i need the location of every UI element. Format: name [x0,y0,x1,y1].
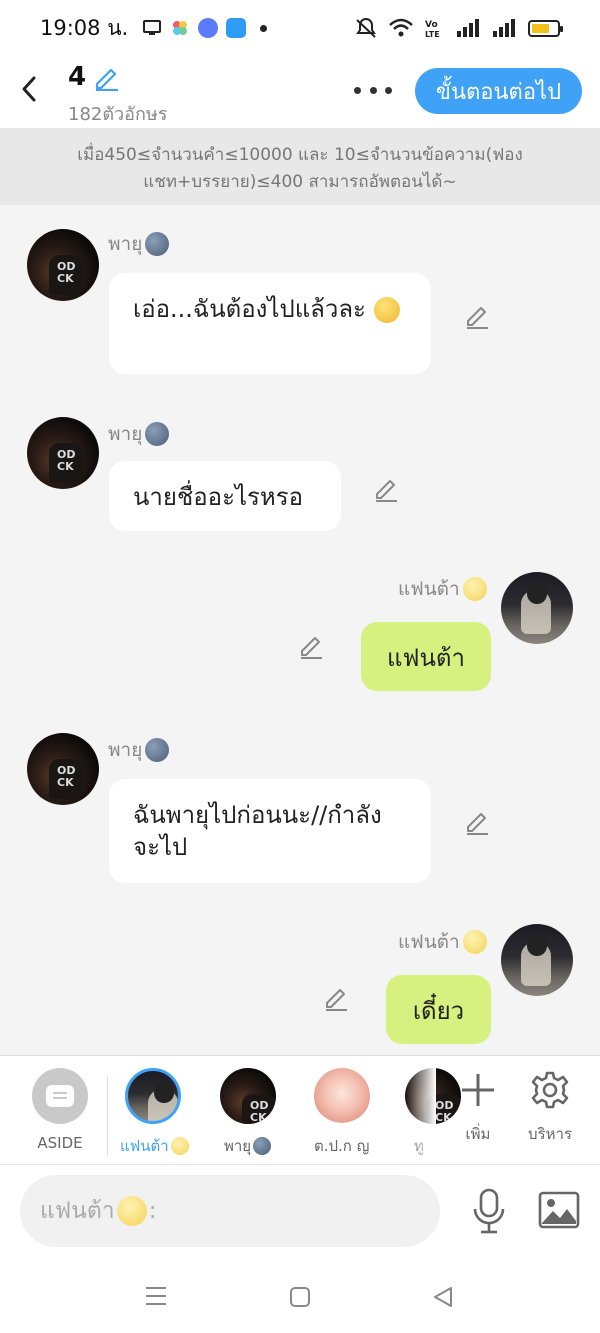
confused-emoji-icon [373,297,400,323]
character-selector-bar: ASIDE แฟนต้า พายุ ต.ป.ก ญ ทู เพิ่ม บริหา… [0,1055,600,1165]
status-bar: 19:08 น. Vo LTE [0,0,600,56]
signal-icon-2 [493,19,515,37]
chat-message-list[interactable]: พายุ เอ่อ...ฉันต้องไปแล้วละ พายุ นายชื่อ… [0,205,600,1055]
microphone-button[interactable] [470,1187,508,1235]
chevron-left-icon [22,76,36,102]
add-label: เพิ่ม [465,1125,491,1143]
message-bubble[interactable]: เดี๋ยว [386,975,491,1044]
battery-icon [528,19,563,37]
sender-name: พายุ [108,735,170,765]
screen-mirror-icon [143,20,162,35]
chapter-number: 4 [68,62,87,92]
smile-emoji-icon [170,1137,189,1155]
moon-emoji-icon [145,422,170,446]
sender-name: พายุ [108,229,170,259]
messenger-app-icon [198,18,219,38]
sender-name: พายุ [108,419,170,449]
insert-image-button[interactable] [538,1191,580,1229]
message-bubble[interactable]: เอ่อ...ฉันต้องไปแล้วละ [109,273,431,374]
pencil-icon [95,68,119,91]
more-options-button[interactable] [354,80,392,100]
chapter-header: 4 182ตัวอักษร ขั้นตอนต่อไป [0,56,600,128]
recent-apps-button[interactable] [145,1286,167,1306]
edit-message-icon[interactable] [464,303,490,329]
aside-label: ASIDE [37,1134,83,1152]
moon-emoji-icon [145,232,170,256]
sender-avatar[interactable] [27,417,99,489]
dot-icon [260,24,268,32]
signal-icon [457,19,479,37]
svg-text:Vo: Vo [425,20,438,30]
manage-label: บริหาร [528,1125,572,1143]
add-character-button[interactable] [458,1070,498,1110]
character-avatar-fanta[interactable] [125,1068,181,1124]
edit-message-icon[interactable] [298,633,324,659]
sender-name: แฟนต้า [398,574,487,604]
wifi-icon [389,18,413,37]
scroll-fade [406,1056,436,1164]
smile-emoji-icon [116,1196,147,1226]
character-label: ต.ป.ก ญ [314,1137,370,1155]
sender-avatar[interactable] [501,924,573,996]
status-time: 19:08 น. [40,15,129,40]
input-placeholder-name: แฟนต้า [40,1198,115,1224]
status-indicators: Vo LTE [354,17,563,39]
status-app-icons [142,18,268,38]
sender-avatar[interactable] [27,733,99,805]
system-nav-bar [0,1260,600,1333]
character-label: แฟนต้า [120,1134,189,1158]
message-input[interactable]: แฟนต้า : [20,1175,440,1247]
message-bubble[interactable]: แฟนต้า [361,622,491,691]
home-button[interactable] [289,1286,311,1308]
photos-app-icon [173,21,188,35]
smile-emoji-icon [462,577,487,601]
publish-requirement-notice: เมื่อ450≤จำนวนคำ≤10000 และ 10≤จำนวนข้อคว… [0,128,600,205]
sender-avatar[interactable] [27,229,99,301]
edit-message-icon[interactable] [323,985,349,1011]
character-count: 182ตัวอักษร [68,104,168,125]
smile-emoji-icon [462,930,487,954]
sender-name: แฟนต้า [398,927,487,957]
sender-avatar[interactable] [501,572,573,644]
moon-emoji-icon [253,1137,272,1155]
narration-icon [46,1085,74,1107]
svg-text:LTE: LTE [425,30,440,39]
aside-button[interactable] [32,1068,88,1124]
character-avatar-payu[interactable] [220,1068,276,1124]
divider [107,1076,108,1156]
back-nav-button[interactable] [431,1285,455,1309]
volte-icon: VoLTE [425,20,440,39]
mute-icon [356,18,376,38]
character-avatar-anime[interactable] [314,1068,370,1124]
manage-characters-button[interactable] [530,1070,570,1110]
message-bubble[interactable]: ฉันพายุไปก่อนนะ//กำลังจะไป [109,779,431,883]
moon-emoji-icon [145,738,170,762]
chapter-title[interactable]: 4 [68,62,120,92]
input-placeholder-suffix: : [148,1198,157,1224]
noveltoon-app-icon [226,18,247,38]
message-input-area: แฟนต้า : [0,1165,600,1260]
character-label: พายุ [224,1134,272,1158]
edit-message-icon[interactable] [464,809,490,835]
edit-message-icon[interactable] [373,476,399,502]
back-button[interactable] [14,72,44,106]
next-step-button[interactable]: ขั้นตอนต่อไป [415,68,582,114]
message-bubble[interactable]: นายชื่ออะไรหรอ [109,461,341,531]
